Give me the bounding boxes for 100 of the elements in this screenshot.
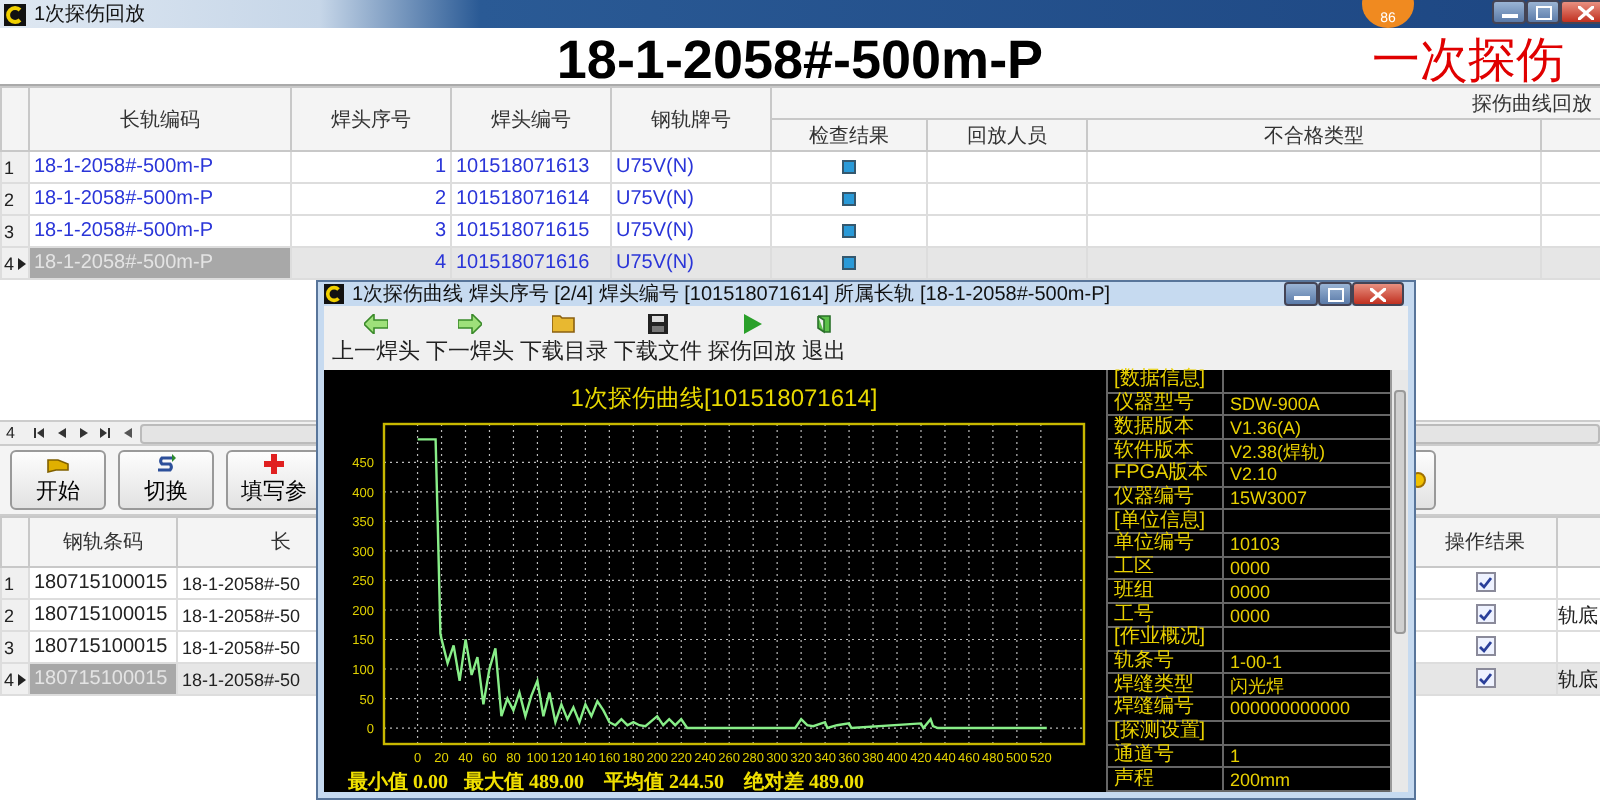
right-arrow-icon: [458, 314, 482, 334]
square-icon: [842, 159, 856, 174]
tool-button[interactable]: 下载目录: [520, 314, 608, 366]
stat-text: 平均值 244.50: [604, 772, 724, 794]
toolbar-button[interactable]: 填写参: [226, 450, 322, 510]
tool-button[interactable]: 下一焊头: [426, 314, 514, 366]
toolbar-button[interactable]: 切换: [118, 450, 214, 510]
field-label: 焊缝编号: [1108, 698, 1224, 720]
previous-icon: [57, 428, 65, 438]
tool-button[interactable]: 下载文件: [614, 314, 702, 366]
field-value: 200mm: [1230, 769, 1291, 790]
table-cell: 101518071616: [451, 247, 611, 279]
field-label: 仪器编号: [1108, 487, 1224, 509]
field-value: 000000000000: [1230, 698, 1351, 719]
field-value: 闪光焊: [1230, 675, 1284, 696]
field-label: 仪器型号: [1108, 393, 1224, 415]
last-icon: [100, 428, 110, 438]
rail-title: 18-1-2058#-500m-P: [556, 29, 1044, 91]
column-header[interactable]: 长轨编码: [29, 87, 291, 151]
table-cell: 180715100015: [29, 567, 177, 599]
last-record-button[interactable]: [96, 424, 114, 442]
field-label: 轨条号: [1108, 651, 1224, 673]
maximize-icon: [1535, 5, 1551, 19]
minimize-button[interactable]: [1492, 0, 1526, 24]
table-row[interactable]: 1 18-1-2058#-500m-P 1 101518071613 U75V(N): [1, 151, 1600, 183]
row-number: 3: [4, 637, 15, 657]
table-cell: U75V(N): [611, 183, 771, 215]
row-number: 4: [4, 669, 15, 689]
field-value: V1.36(A): [1230, 417, 1302, 438]
table-cell: U75V(N): [611, 247, 771, 279]
table-row[interactable]: 2 18-1-2058#-500m-P 2 101518071614 U75V(N): [1, 183, 1600, 215]
column-header[interactable]: 不合格类型: [1087, 119, 1541, 151]
tool-button[interactable]: 退出: [802, 314, 846, 366]
table-cell: U75V(N): [611, 151, 771, 183]
scroll-left-icon: [123, 428, 131, 438]
field-value: 0000: [1230, 605, 1271, 626]
close-icon: [1370, 287, 1386, 301]
tool-button[interactable]: 上一焊头: [332, 314, 420, 366]
row-number: 2: [4, 605, 15, 625]
row-number: 1: [4, 157, 15, 177]
checkbox[interactable]: [1475, 604, 1495, 625]
checkbox[interactable]: [1475, 636, 1495, 657]
left-arrow-icon: [364, 314, 388, 334]
exit-icon: [815, 314, 833, 334]
field-label: 班组: [1108, 580, 1224, 603]
plus-icon: [264, 454, 284, 474]
field-value: V2.38(焊轨): [1230, 441, 1326, 462]
table-cell: 18-1-2058#-500m-P: [29, 183, 291, 215]
inspection-title: 一次探伤: [1372, 34, 1564, 92]
table-row[interactable]: 4 18-1-2058#-500m-P 4 101518071616 U75V(N): [1, 247, 1600, 279]
close-button[interactable]: [1560, 0, 1600, 24]
folder-icon: [552, 314, 576, 334]
maximize-button[interactable]: [1318, 282, 1352, 306]
first-icon: [34, 428, 44, 438]
table-cell: 1: [291, 151, 451, 183]
next-record-button[interactable]: [74, 424, 92, 442]
section-label: [探测设置]: [1108, 721, 1224, 743]
column-header[interactable]: 检查结果: [771, 119, 927, 151]
column-header[interactable]: 钢轨条码: [29, 517, 177, 567]
vertical-scrollbar[interactable]: [1390, 370, 1408, 792]
play-icon: [743, 314, 761, 334]
close-button[interactable]: [1352, 282, 1404, 306]
next-icon: [79, 428, 87, 438]
checkbox[interactable]: [1475, 572, 1495, 593]
maximize-icon: [1327, 287, 1343, 301]
stat-text: 最小值 0.00: [348, 772, 448, 794]
column-header[interactable]: 钢轨牌号: [611, 87, 771, 151]
record-count: 4: [6, 424, 17, 442]
column-header[interactable]: 操作结果: [1413, 517, 1557, 567]
field-label: 数据版本: [1108, 416, 1224, 439]
square-icon: [842, 255, 856, 270]
maximize-button[interactable]: [1526, 0, 1560, 24]
field-value: 0000: [1230, 558, 1271, 579]
column-header[interactable]: 焊头序号: [291, 87, 451, 151]
section-label: [作业概况]: [1108, 627, 1224, 650]
column-header[interactable]: 焊头编号: [451, 87, 611, 151]
field-label: FPGA版本: [1108, 463, 1224, 486]
field-value: 1-00-1: [1230, 651, 1283, 672]
stat-text: 绝对差 489.00: [744, 772, 864, 794]
section-label: [单位信息]: [1108, 510, 1224, 533]
column-group-header: 探伤曲线回放: [771, 87, 1600, 119]
minimize-button[interactable]: [1284, 282, 1318, 306]
table-cell: 2: [291, 183, 451, 215]
field-value: 1: [1230, 745, 1241, 766]
field-value: V2.10: [1230, 464, 1278, 485]
app-icon: [4, 3, 26, 25]
checkbox[interactable]: [1475, 668, 1495, 689]
column-header[interactable]: 回放人员: [927, 119, 1087, 151]
field-label: 工号: [1108, 604, 1224, 626]
tool-button[interactable]: 探伤回放: [708, 314, 796, 366]
dialog-title: 1次探伤曲线 焊头序号 [2/4] 焊头编号 [101518071614] 所属长轨 [18-1-2058#-500m-P]: [352, 281, 1111, 308]
field-value: SDW-900A: [1230, 394, 1320, 415]
row-number: 4: [4, 253, 15, 273]
field-label: 软件版本: [1108, 440, 1224, 462]
table-cell: 18-1-2058#-500m-P: [29, 151, 291, 183]
first-record-button[interactable]: [30, 424, 48, 442]
close-icon: [1578, 5, 1594, 19]
toolbar-button[interactable]: 开始: [10, 450, 106, 510]
field-label: 通道号: [1108, 745, 1224, 767]
table-cell: 4: [291, 247, 451, 279]
